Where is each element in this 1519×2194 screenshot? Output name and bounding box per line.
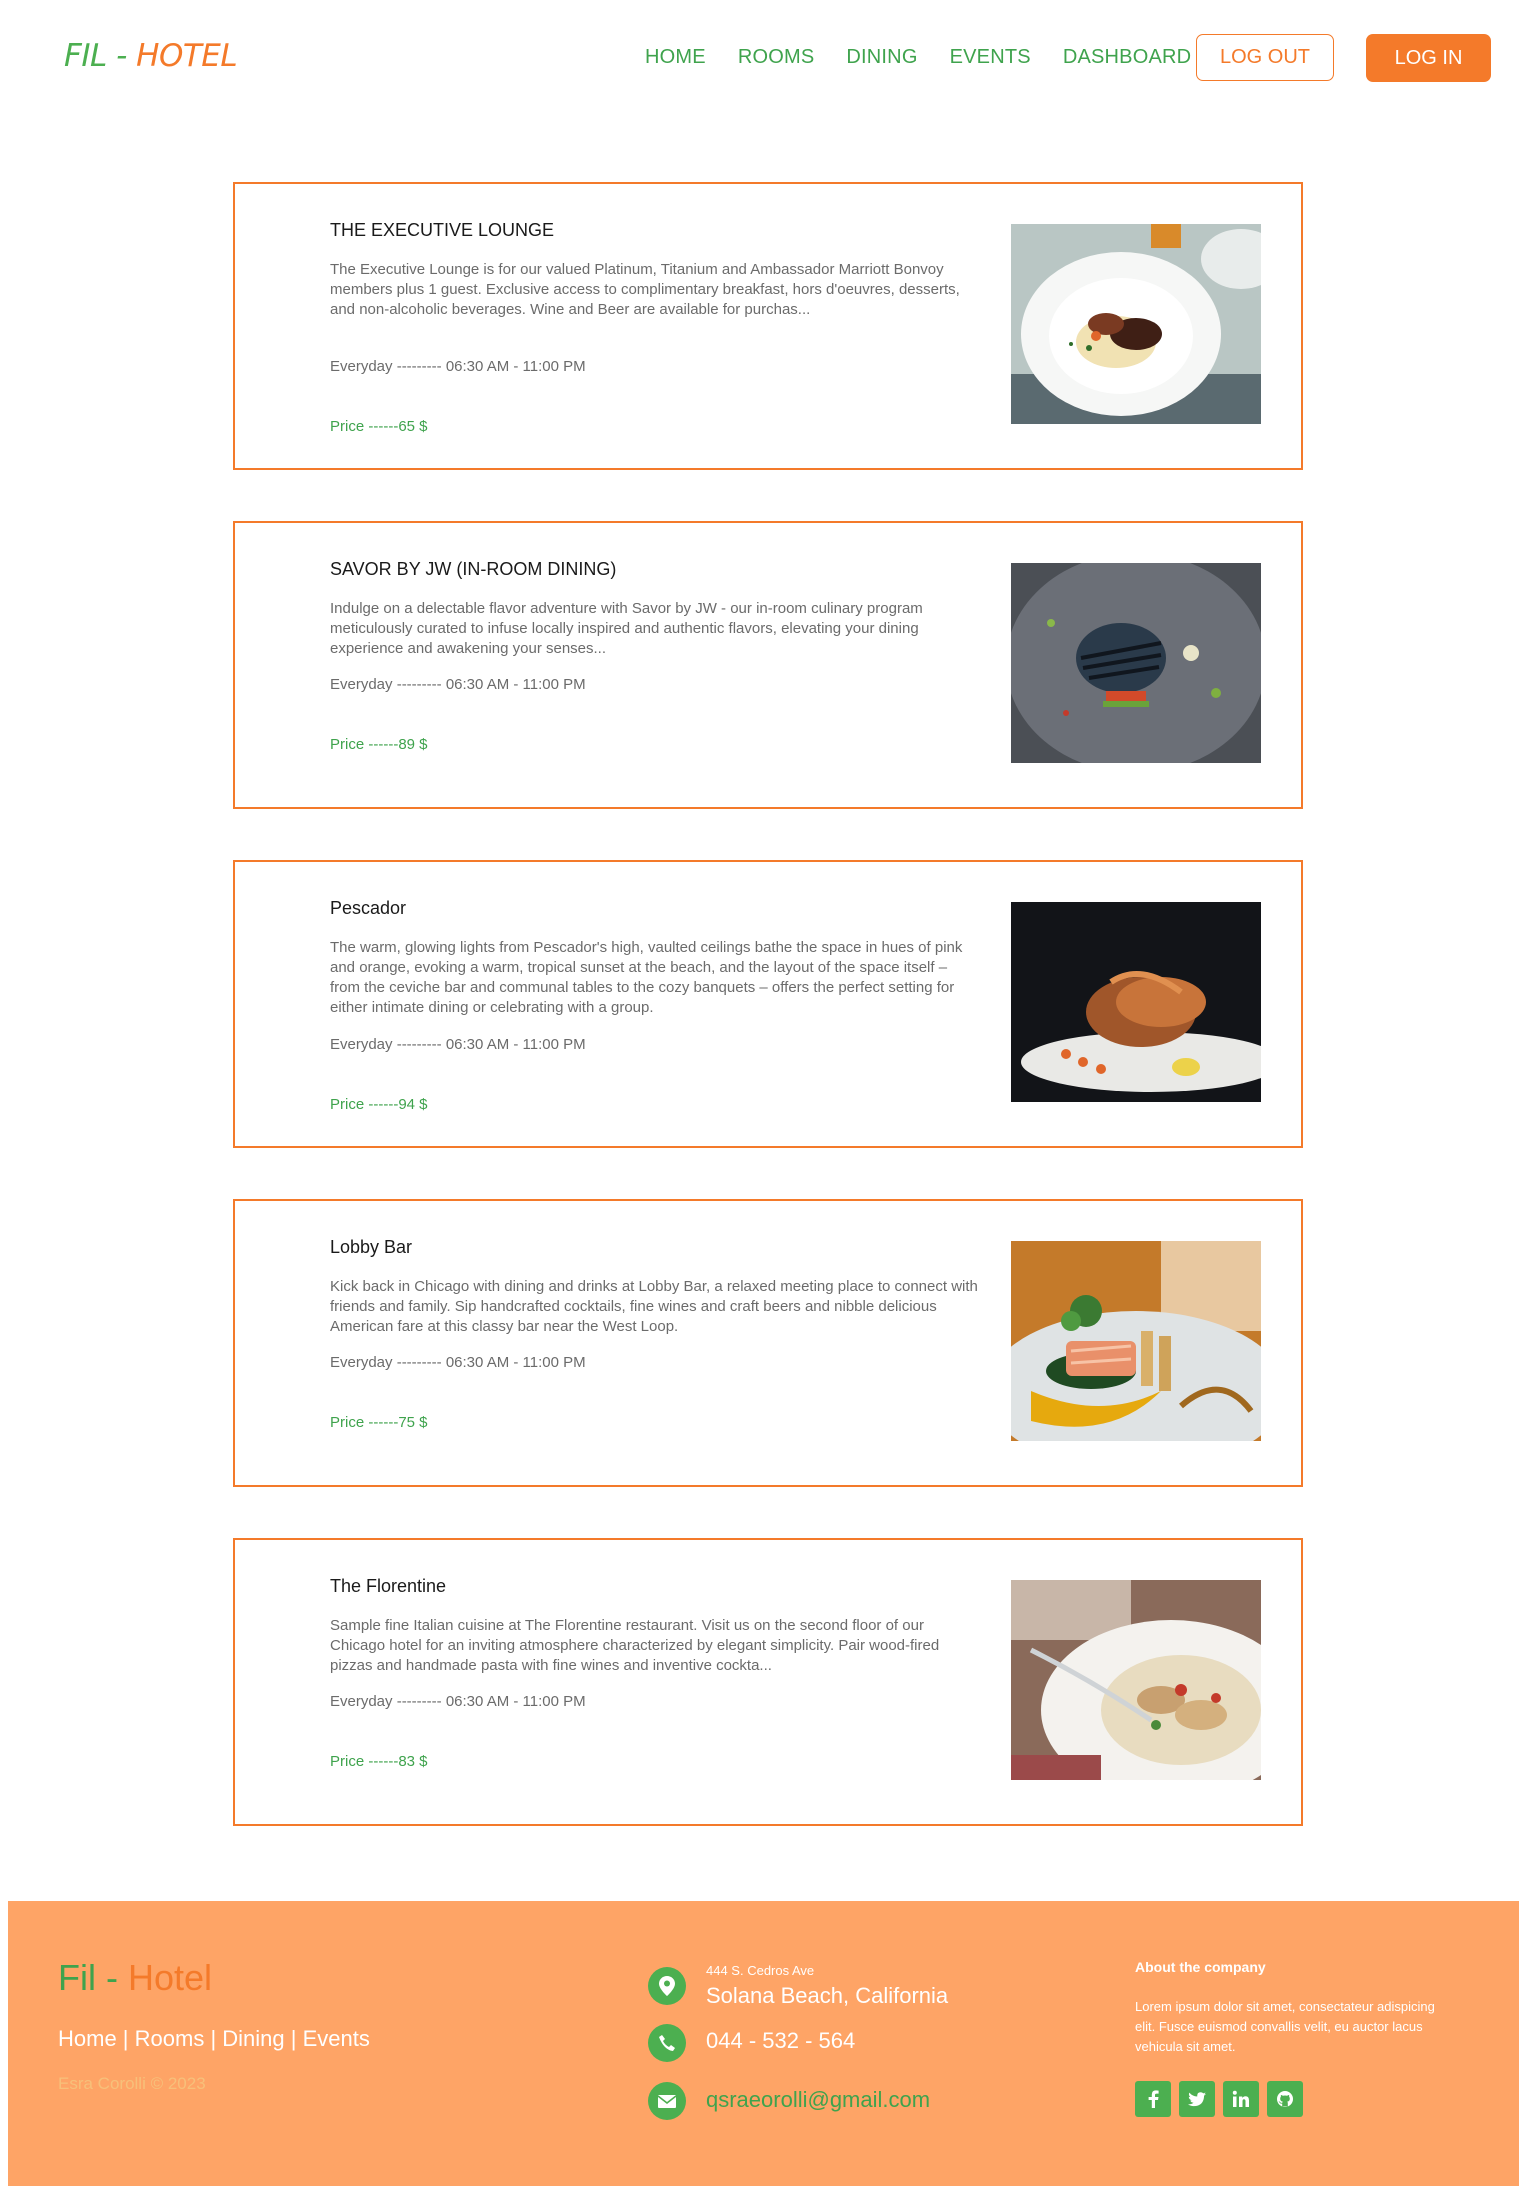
restaurant-hours: Everyday --------- 06:30 AM - 11:00 PM [330,676,586,693]
footer-brand-part-1: Fil - [58,1957,128,1998]
nav-links: HOME ROOMS DINING EVENTS DASHBOARD [645,46,1223,69]
restaurant-card: SAVOR BY JW (IN-ROOM DINING) Indulge on … [233,521,1303,809]
restaurant-card: Lobby Bar Kick back in Chicago with dini… [233,1199,1303,1487]
restaurant-hours: Everyday --------- 06:30 AM - 11:00 PM [330,1693,586,1710]
footer-brand-part-2: Hotel [127,1957,213,1998]
footer-link-home[interactable]: Home [58,2026,117,2051]
restaurant-description: Indulge on a delectable flavor adventure… [330,600,923,657]
restaurant-price: Price ------94 $ [330,1096,428,1113]
footer-link-separator: | [284,2026,303,2051]
facebook-icon[interactable] [1135,2081,1171,2117]
nav-dashboard[interactable]: DASHBOARD [1063,46,1192,69]
brand-logo[interactable]: FIL - HOTEL [64,38,238,74]
footer-link-dining[interactable]: Dining [222,2026,284,2051]
restaurant-hours: Everyday --------- 06:30 AM - 11:00 PM [330,1036,586,1053]
restaurant-hours: Everyday --------- 06:30 AM - 11:00 PM [330,358,586,375]
navbar: FIL - HOTEL HOME ROOMS DINING EVENTS DAS… [0,0,1519,116]
envelope-icon [648,2082,686,2120]
brand-part-1: FIL - [64,38,137,74]
dish-photo-lobby-bar [1011,1241,1261,1441]
restaurant-description: Kick back in Chicago with dining and dri… [330,1278,978,1335]
footer-email[interactable]: qsraeorolli@gmail.com [706,2087,930,2113]
restaurant-description: The Executive Lounge is for our valued P… [330,261,960,318]
footer-phone: 044 - 532 - 564 [706,2028,856,2053]
dish-photo-savor [1011,563,1261,763]
dish-photo-pescador [1011,902,1261,1102]
logout-button[interactable]: LOG OUT [1196,34,1334,81]
footer-about-title: About the company [1135,1959,1266,1975]
brand-part-2: HOTEL [136,38,238,74]
footer-about-text: Lorem ipsum dolor sit amet, consectateur… [1135,1999,1435,2054]
map-marker-icon [648,1967,686,2005]
restaurant-price: Price ------75 $ [330,1414,428,1431]
restaurant-card: Pescador The warm, glowing lights from P… [233,860,1303,1148]
restaurant-title: The Florentine [330,1576,447,1596]
restaurant-price: Price ------65 $ [330,418,428,435]
restaurant-card: The Florentine Sample fine Italian cuisi… [233,1538,1303,1826]
phone-icon [648,2024,686,2062]
footer-link-events[interactable]: Events [303,2026,370,2051]
restaurant-price: Price ------89 $ [330,736,428,753]
footer-link-separator: | [116,2026,135,2051]
nav-rooms[interactable]: ROOMS [738,46,815,69]
footer-links: Home | Rooms | Dining | Events [58,2026,370,2052]
restaurant-title: Pescador [330,898,407,918]
nav-home[interactable]: HOME [645,46,706,69]
restaurant-description: The warm, glowing lights from Pescador's… [330,939,963,1016]
restaurant-title: Lobby Bar [330,1237,413,1257]
footer-link-separator: | [204,2026,223,2051]
footer: Fil - Hotel Home | Rooms | Dining | Even… [8,1901,1519,2186]
dish-photo-lounge [1011,224,1261,424]
footer-brand[interactable]: Fil - Hotel [58,1957,212,1999]
restaurant-price: Price ------83 $ [330,1753,428,1770]
github-icon[interactable] [1267,2081,1303,2117]
nav-dining[interactable]: DINING [846,46,917,69]
footer-street: 444 S. Cedros Ave [706,1963,815,1978]
restaurant-title: THE EXECUTIVE LOUNGE [330,220,555,240]
footer-link-rooms[interactable]: Rooms [135,2026,205,2051]
twitter-icon[interactable] [1179,2081,1215,2117]
login-button[interactable]: LOG IN [1366,34,1491,82]
restaurant-hours: Everyday --------- 06:30 AM - 11:00 PM [330,1354,586,1371]
linkedin-icon[interactable] [1223,2081,1259,2117]
restaurant-description: Sample fine Italian cuisine at The Flore… [330,1617,940,1674]
footer-city: Solana Beach, California [706,1983,949,2008]
dish-photo-florentine [1011,1580,1261,1780]
nav-events[interactable]: EVENTS [950,46,1031,69]
restaurant-title: SAVOR BY JW (IN-ROOM DINING) [330,559,617,579]
restaurant-card: THE EXECUTIVE LOUNGE The Executive Loung… [233,182,1303,470]
footer-copyright: Esra Corolli © 2023 [58,2074,206,2093]
